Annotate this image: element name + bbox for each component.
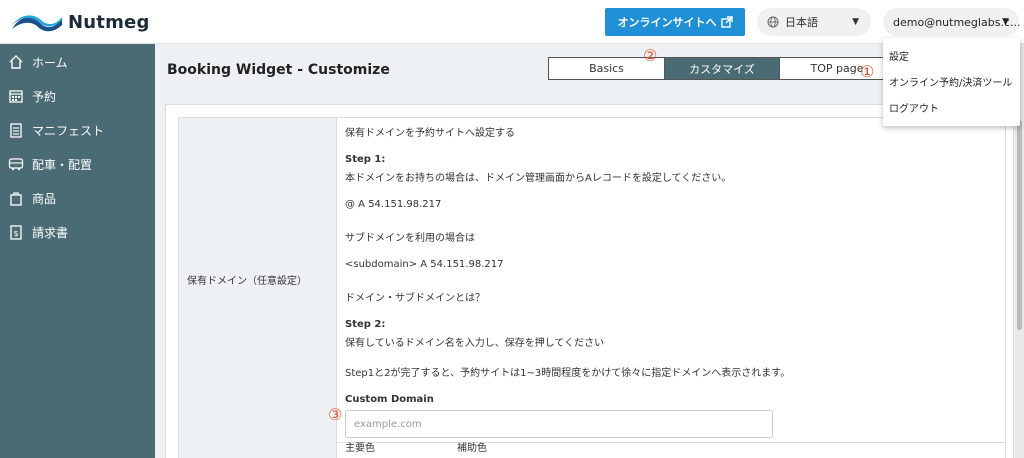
sidebar-item-products[interactable]: 商品 [0,181,155,215]
svg-text:$: $ [13,229,18,238]
sidebar: ホーム 予約 マニフェスト 配車・配置 商品 $ 請求書 [0,44,155,458]
what-is-domain-link[interactable]: ドメイン・サブドメインとは？ [345,289,485,304]
page-title: Booking Widget - Customize [167,62,390,78]
completion-note: Step1と2が完了すると、予約サイトは1~3時間程度をかけて徐々に指定ドメイン… [345,368,791,379]
color-label-cell [179,443,337,458]
sidebar-item-reservations[interactable]: 予約 [0,79,155,113]
calendar-icon [9,90,23,103]
tab-customize[interactable]: カスタマイズ [664,58,779,79]
bag-icon [10,192,22,206]
sidebar-item-manifest[interactable]: マニフェスト [0,113,155,147]
step1-title: Step 1: [345,154,386,165]
primary-color-label: 主要色 [345,443,375,454]
a-record: @ A 54.151.98.217 [345,199,442,210]
domain-intro: 保有ドメインを予約サイトへ設定する [345,128,515,139]
tab-bar: Basics カスタマイズ TOP page [548,57,895,80]
logo-text: Nutmeg [68,11,150,33]
custom-domain-label: Custom Domain [345,394,434,405]
online-site-label: オンラインサイトへ [617,16,717,29]
invoice-icon: $ [10,225,22,240]
secondary-color-label: 補助色 [457,443,487,454]
color-settings-row: 主要色 補助色 [178,443,1006,458]
menu-item-online-booking-tool[interactable]: オンライン予約/決済ツール [889,74,1012,89]
sidebar-item-label: ホーム [32,55,68,70]
sidebar-item-label: 請求書 [32,225,69,240]
language-value: 日本語 [785,16,818,29]
subdomain-intro: サブドメインを利用の場合は [345,233,475,244]
tab-top-page[interactable]: TOP page [779,58,894,79]
sidebar-item-home[interactable]: ホーム [0,45,155,79]
sidebar-item-invoices[interactable]: $ 請求書 [0,215,155,249]
annotation-3: ③ [328,405,343,424]
step1-text: 本ドメインをお持ちの場合は、ドメイン管理画面からAレコードを設定してください。 [345,173,732,184]
user-menu-button[interactable]: demo@nutmeglabs.c... ▼ [883,8,1020,36]
annotation-2: ② [643,46,658,65]
step2-text: 保有しているドメイン名を入力し、保存を押してください [345,338,605,349]
scrollbar-thumb[interactable] [1017,120,1022,330]
menu-item-settings[interactable]: 設定 [889,48,909,63]
domain-section-label: 保有ドメイン（任意設定） [187,276,307,287]
domain-label-cell: 保有ドメイン（任意設定） [179,118,337,444]
step2-title: Step 2: [345,319,386,330]
external-link-icon [720,16,733,28]
annotation-1: ① [860,62,875,81]
subdomain-record: <subdomain> A 54.151.98.217 [345,259,504,270]
top-bar: Nutmeg オンラインサイトへ 日本語 ▼ demo@nutmeglabs.c… [0,0,1024,44]
globe-icon [767,16,779,28]
menu-item-logout[interactable]: ログアウト [889,100,939,115]
sidebar-item-dispatch[interactable]: 配車・配置 [0,147,155,181]
online-site-button[interactable]: オンラインサイトへ [605,8,745,36]
settings-card: 保有ドメイン（任意設定） 保有ドメインを予約サイトへ設定する Step 1: 本… [165,104,1014,458]
clipboard-icon [10,123,22,138]
sidebar-item-label: マニフェスト [32,123,105,138]
home-icon [9,55,23,69]
user-dropdown-menu: 設定 オンライン予約/決済ツール ログアウト [883,38,1020,126]
custom-domain-input[interactable] [345,410,773,438]
domain-settings-row: 保有ドメイン（任意設定） 保有ドメインを予約サイトへ設定する Step 1: 本… [178,117,1006,444]
language-select[interactable]: 日本語 ▼ [757,8,871,36]
logo[interactable]: Nutmeg [10,10,150,34]
sidebar-item-label: 予約 [32,89,57,104]
sidebar-item-label: 配車・配置 [32,157,93,172]
bus-icon [8,158,24,171]
logo-wave-icon [12,15,62,32]
sidebar-item-label: 商品 [32,191,57,206]
chevron-down-icon: ▼ [852,17,859,27]
chevron-down-icon: ▼ [1002,17,1009,27]
